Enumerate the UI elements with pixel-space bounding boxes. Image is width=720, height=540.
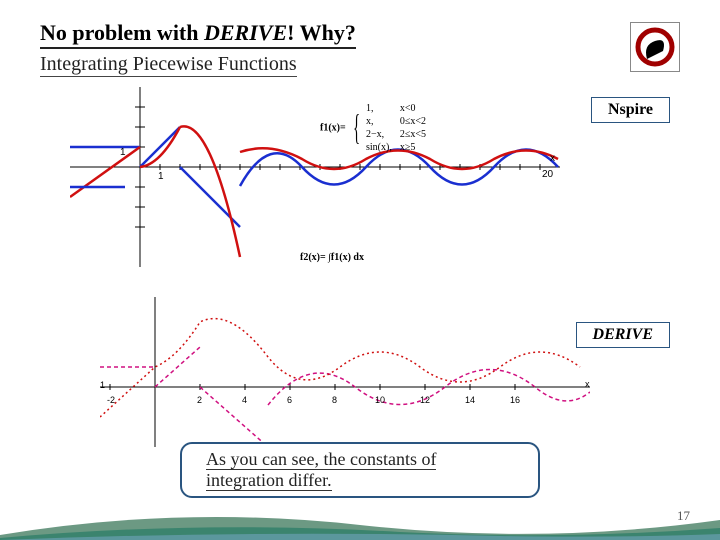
plot1-y-tick-1: 1 <box>120 147 126 158</box>
title-block: No problem with DERIVE! Why? Integrating… <box>40 20 356 77</box>
title-prefix: No problem with <box>40 20 204 45</box>
case-2-val: 2−x, <box>366 129 398 140</box>
case-0-cond: x<0 <box>400 103 432 114</box>
plot1-x-max: 20 <box>542 169 553 180</box>
footer-decoration <box>0 510 720 540</box>
derive-plot <box>100 297 590 457</box>
plot2-tick-1: 2 <box>197 395 202 405</box>
plot2-tick-3: 6 <box>287 395 292 405</box>
caption: As you can see, the constants of integra… <box>180 442 540 498</box>
plot2-tick-7: 14 <box>465 395 475 405</box>
plot2-tick-4: 8 <box>332 395 337 405</box>
page-number: 17 <box>677 508 690 524</box>
slide-title: No problem with DERIVE! Why? <box>40 20 356 49</box>
plot2-tick-5: 10 <box>375 395 385 405</box>
formula-f1-lhs: f1(x)= <box>320 122 346 133</box>
plot1-x-tick-1: 1 <box>158 171 164 182</box>
title-derive: DERIVE <box>204 20 287 45</box>
case-1-cond: 0≤x<2 <box>400 116 432 127</box>
case-0-val: 1, <box>366 103 398 114</box>
plot2-tick-6: 12 <box>420 395 430 405</box>
nspire-label: Nspire <box>591 97 670 123</box>
plot2-y-label: 1 <box>100 380 105 390</box>
title-suffix: ! Why? <box>287 20 356 45</box>
plot2-tick-2: 4 <box>242 395 247 405</box>
plot2-tick-0: -2 <box>107 395 115 405</box>
slide: No problem with DERIVE! Why? Integrating… <box>0 0 720 540</box>
case-2-cond: 2≤x<5 <box>400 129 432 140</box>
slide-subtitle: Integrating Piecewise Functions <box>40 53 297 77</box>
case-1-val: x, <box>366 116 398 127</box>
formula-f2: f2(x)= ∫f1(x) dx <box>300 252 364 263</box>
plot2-tick-8: 16 <box>510 395 520 405</box>
formula-f1: f1(x)= { 1,x<0 x,0≤x<2 2−x,2≤x<5 sin(x),… <box>320 101 434 155</box>
plot2-x-label: x <box>585 379 590 389</box>
title-row: No problem with DERIVE! Why? Integrating… <box>40 20 680 77</box>
case-3-val: sin(x), <box>366 142 398 153</box>
case-3-cond: x≥5 <box>400 142 432 153</box>
caption-text: As you can see, the constants of integra… <box>206 449 436 491</box>
plot1-x-label: x <box>550 153 555 164</box>
derive-logo-icon <box>630 22 680 72</box>
